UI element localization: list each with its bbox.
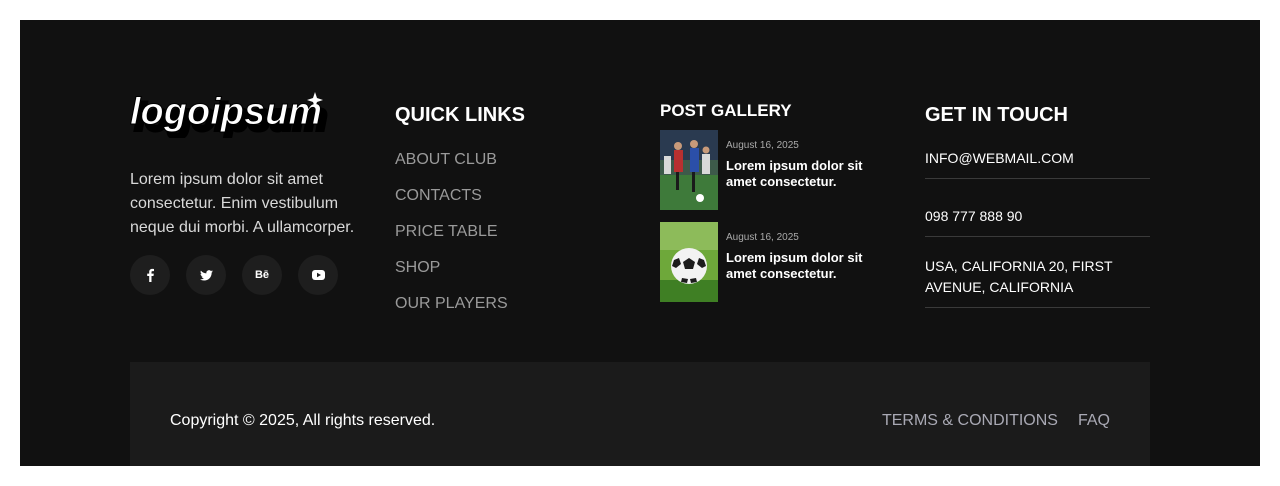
post-title[interactable]: Lorem ipsum dolor sit amet consectetur. xyxy=(726,250,876,282)
footer-bottom-bar: Copyright © 2025, All rights reserved. T… xyxy=(130,362,1150,466)
contact-address: USA, CALIFORNIA 20, FIRST AVENUE, CALIFO… xyxy=(925,256,1150,308)
behance-glyph: Bē xyxy=(254,269,270,281)
twitter-icon[interactable] xyxy=(186,255,226,295)
soccer-players-thumbnail[interactable] xyxy=(660,130,718,210)
post-date: August 16, 2025 xyxy=(726,140,799,151)
link-contacts[interactable]: CONTACTS xyxy=(395,187,508,223)
contact-phone[interactable]: 098 777 888 90 xyxy=(925,206,1150,237)
facebook-icon[interactable] xyxy=(130,255,170,295)
svg-text:logoipsum: logoipsum xyxy=(130,91,322,133)
behance-icon[interactable]: Bē xyxy=(242,255,282,295)
contact-email[interactable]: INFO@WEBMAIL.COM xyxy=(925,148,1150,179)
gallery-post[interactable]: August 16, 2025 Lorem ipsum dolor sit am… xyxy=(660,222,880,302)
link-shop[interactable]: SHOP xyxy=(395,259,508,295)
youtube-icon[interactable] xyxy=(298,255,338,295)
logo[interactable]: logoipsum logoipsum xyxy=(130,90,330,142)
link-about-club[interactable]: ABOUT CLUB xyxy=(395,151,508,187)
post-title[interactable]: Lorem ipsum dolor sit amet consectetur. xyxy=(726,158,876,190)
faq-link[interactable]: FAQ xyxy=(1078,412,1110,430)
social-links: Bē xyxy=(130,255,338,295)
about-text: Lorem ipsum dolor sit amet consectetur. … xyxy=(130,171,355,236)
link-price-table[interactable]: PRICE TABLE xyxy=(395,223,508,259)
terms-link[interactable]: TERMS & CONDITIONS xyxy=(882,412,1058,430)
post-date: August 16, 2025 xyxy=(726,232,799,243)
quick-links: ABOUT CLUB CONTACTS PRICE TABLE SHOP OUR… xyxy=(395,151,508,331)
soccer-ball-thumbnail[interactable] xyxy=(660,222,718,302)
legal-links: TERMS & CONDITIONS FAQ xyxy=(882,412,1110,430)
quick-links-heading: QUICK LINKS xyxy=(395,104,525,126)
gallery-post[interactable]: August 16, 2025 Lorem ipsum dolor sit am… xyxy=(660,130,880,210)
link-our-players[interactable]: OUR PLAYERS xyxy=(395,295,508,331)
post-gallery-heading: POST GALLERY xyxy=(660,101,792,120)
get-in-touch-heading: GET IN TOUCH xyxy=(925,104,1068,126)
copyright-text: Copyright © 2025, All rights reserved. xyxy=(170,412,436,429)
footer: logoipsum logoipsum Lorem ipsum dolor si… xyxy=(20,20,1260,466)
